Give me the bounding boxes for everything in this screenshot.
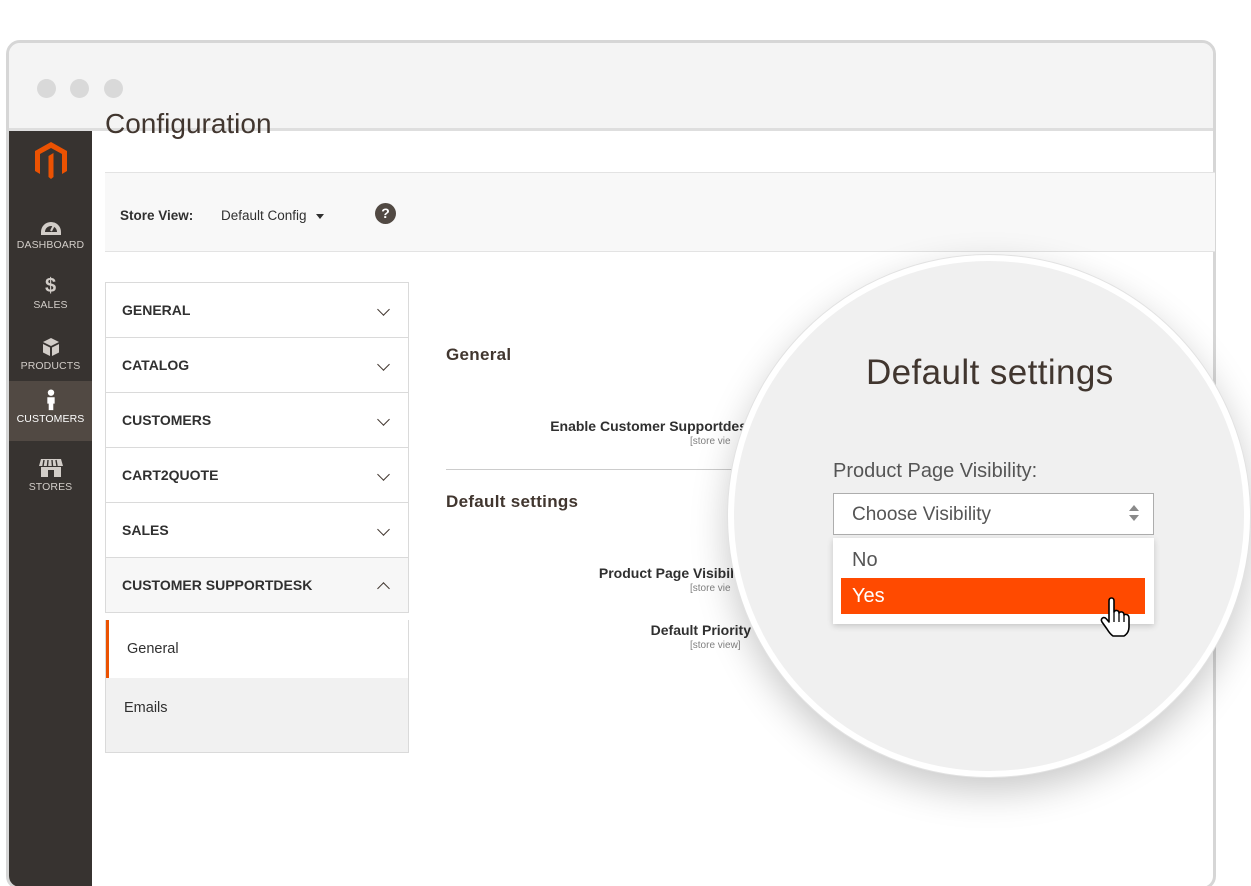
caret-down-icon[interactable] <box>316 214 324 219</box>
help-icon[interactable]: ? <box>375 203 396 224</box>
nav-label-sales: SALES <box>33 299 68 311</box>
window-dot-minimize[interactable] <box>70 79 89 98</box>
tab-catalog[interactable]: CATALOG <box>105 337 409 392</box>
option-no[interactable]: No <box>841 542 1145 578</box>
subtab-emails[interactable]: Emails <box>106 679 408 737</box>
subtab-general[interactable]: General <box>106 620 408 678</box>
magnifier-title: Default settings <box>866 353 1114 392</box>
tab-customer-supportdesk[interactable]: CUSTOMER SUPPORTDESK <box>105 557 409 613</box>
nav-label-stores: STORES <box>28 481 73 493</box>
select-arrows-icon <box>1129 505 1139 525</box>
option-label: Yes <box>852 585 885 607</box>
nav-item-stores[interactable]: STORES <box>9 451 92 511</box>
page-title: Configuration <box>105 108 272 139</box>
section-divider <box>446 469 746 470</box>
chevron-up-icon <box>377 582 390 595</box>
tab-label: CUSTOMERS <box>122 412 212 428</box>
product-page-visibility-label: Product Page Visibility: <box>833 460 1038 482</box>
field-scope: [store vie <box>690 583 731 594</box>
subtab-label: General <box>127 641 179 657</box>
window-dot-maximize[interactable] <box>104 79 123 98</box>
tab-label: SALES <box>122 522 169 538</box>
visibility-select-value: Choose Visibility <box>852 504 992 525</box>
field-scope: [store vie <box>690 436 731 447</box>
section-title-default-settings[interactable]: Default settings <box>446 492 578 512</box>
tab-cart2quote[interactable]: CART2QUOTE <box>105 447 409 502</box>
chevron-down-icon <box>377 468 390 481</box>
store-view-label: Store View: <box>120 208 194 223</box>
magento-logo-icon[interactable] <box>33 141 69 181</box>
visibility-select[interactable]: Choose Visibility <box>833 493 1154 535</box>
nav-item-dashboard[interactable]: DASHBOARD <box>9 209 92 269</box>
store-view-dropdown[interactable]: Default Config <box>221 208 307 223</box>
nav-item-sales[interactable]: $ SALES <box>9 269 92 329</box>
nav-label-dashboard: DASHBOARD <box>16 239 85 251</box>
tab-customers[interactable]: CUSTOMERS <box>105 392 409 447</box>
supportdesk-subtabs: General Emails <box>105 620 409 753</box>
section-title-general[interactable]: General <box>446 345 511 365</box>
dashboard-gauge-icon <box>40 222 61 235</box>
tab-label: CATALOG <box>122 357 190 373</box>
chevron-down-icon <box>377 303 390 316</box>
magnifier-callout: Default settings Product Page Visibility… <box>728 255 1250 777</box>
chevron-down-icon <box>377 358 390 371</box>
field-label-default-priority: Default Priority <box>650 622 751 638</box>
tab-sales[interactable]: SALES <box>105 502 409 557</box>
storefront-icon <box>38 459 63 477</box>
dollar-icon: $ <box>44 275 57 297</box>
person-icon <box>46 389 55 411</box>
nav-label-customers: CUSTOMERS <box>16 413 85 425</box>
tab-general[interactable]: GENERAL <box>105 282 409 337</box>
chevron-down-icon <box>377 413 390 426</box>
box-icon <box>42 338 59 356</box>
subtab-label: Emails <box>124 700 168 716</box>
admin-sidebar: DASHBOARD $ SALES PRODUCTS CUSTOMERS STO… <box>9 131 92 886</box>
tab-label: CART2QUOTE <box>122 467 219 483</box>
field-scope: [store view] <box>690 640 741 651</box>
field-label-product-page-visibility: Product Page Visibil <box>598 565 734 581</box>
option-label: No <box>852 549 878 571</box>
store-view-bar: Store View: Default Config ? <box>105 172 1215 252</box>
config-tabs: GENERAL CATALOG CUSTOMERS CART2QUOTE SAL… <box>105 282 409 613</box>
hand-pointer-icon <box>1100 597 1130 637</box>
nav-label-products: PRODUCTS <box>20 360 81 372</box>
window-dot-close[interactable] <box>37 79 56 98</box>
field-label-enable-supportdesk: Enable Customer Supportdes <box>550 418 747 434</box>
nav-item-customers[interactable]: CUSTOMERS <box>9 381 92 441</box>
tab-label: GENERAL <box>122 302 191 318</box>
chevron-down-icon <box>377 523 390 536</box>
tab-label: CUSTOMER SUPPORTDESK <box>122 577 313 593</box>
